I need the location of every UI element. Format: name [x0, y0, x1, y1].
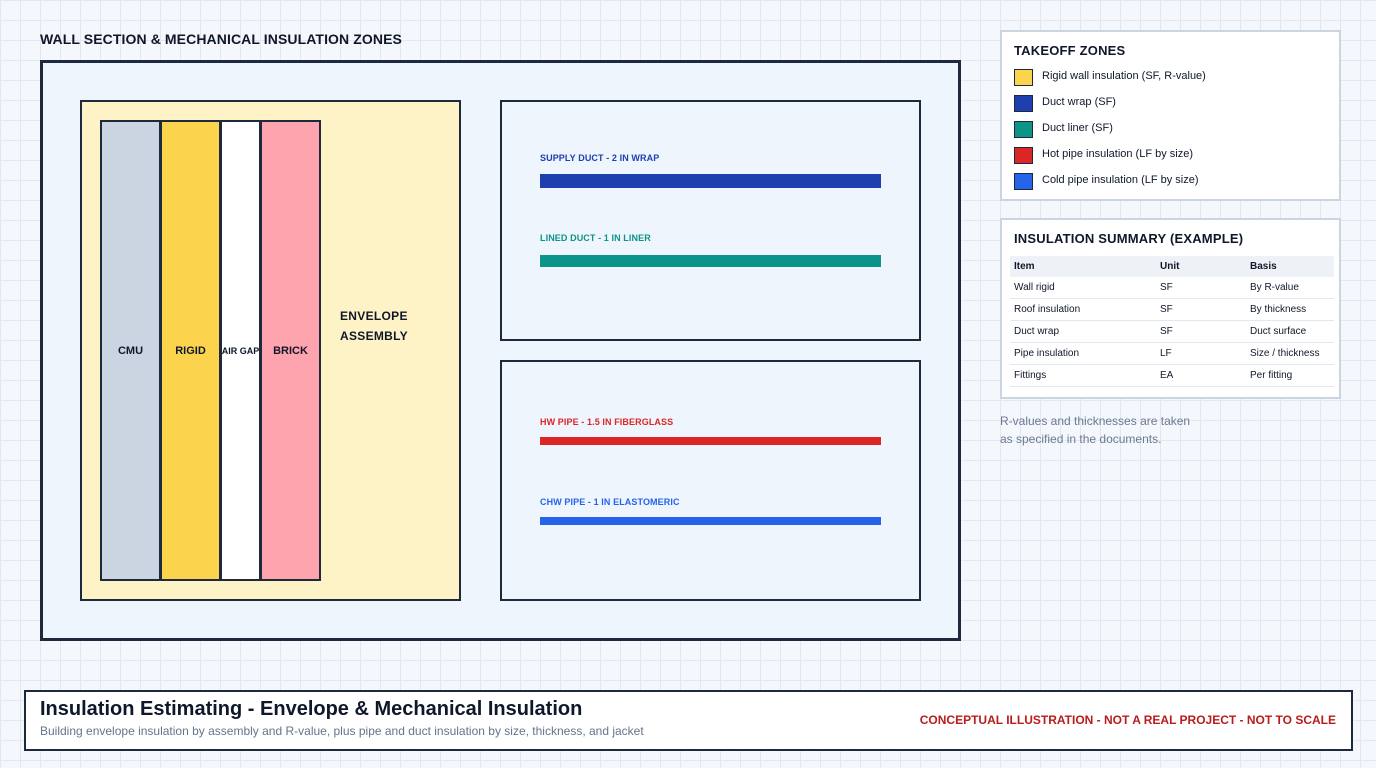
table-cell: Size / thickness	[1246, 342, 1334, 365]
table-cell: Roof insulation	[1010, 298, 1156, 321]
table-cell: SF	[1156, 277, 1246, 299]
table-header-row: Item Unit Basis	[1010, 256, 1334, 277]
legend-item-cold-pipe: Cold pipe insulation (LF by size)	[1042, 174, 1199, 186]
r-value-note: R-values and thicknesses are taken as sp…	[1000, 412, 1240, 448]
table-row: Roof insulation SF By thickness	[1010, 298, 1334, 321]
wall-layer-label: CMU	[117, 344, 144, 357]
chw-pipe-run	[540, 517, 881, 525]
table-row: Fittings EA Per fitting	[1010, 364, 1334, 387]
table-cell: SF	[1156, 298, 1246, 321]
legend-item-rigid: Rigid wall insulation (SF, R-value)	[1042, 70, 1206, 82]
insulation-summary-table: Item Unit Basis Wall rigid SF By R-value…	[1010, 256, 1334, 387]
table-row: Pipe insulation LF Size / thickness	[1010, 342, 1334, 365]
legend-swatch-duct-liner	[1014, 121, 1033, 138]
insulation-summary-title: INSULATION SUMMARY (EXAMPLE)	[1014, 231, 1244, 246]
table-cell: Duct surface	[1246, 320, 1334, 343]
table-row: Duct wrap SF Duct surface	[1010, 320, 1334, 343]
chw-pipe-label: CHW PIPE - 1 IN ELASTOMERIC	[540, 497, 680, 507]
duct-zone-box	[500, 100, 921, 341]
lined-duct-label: LINED DUCT - 1 IN LINER	[540, 233, 651, 243]
legend-item-duct-wrap: Duct wrap (SF)	[1042, 96, 1116, 108]
wall-layer-air-gap: AIR GAP	[220, 120, 261, 581]
page-subtitle: Building envelope insulation by assembly…	[40, 724, 644, 738]
table-cell: SF	[1156, 320, 1246, 343]
wall-layer-cmu: CMU	[100, 120, 161, 581]
hw-pipe-label: HW PIPE - 1.5 IN FIBERGLASS	[540, 417, 674, 427]
wall-layer-label: RIGID	[175, 344, 206, 357]
envelope-assembly-label: ENVELOPE ASSEMBLY	[340, 306, 408, 346]
table-cell: By thickness	[1246, 298, 1334, 321]
legend-swatch-duct-wrap	[1014, 95, 1033, 112]
lined-duct-run	[540, 255, 881, 267]
note-line1: R-values and thicknesses are taken	[1000, 414, 1191, 428]
supply-duct-run	[540, 174, 881, 188]
table-cell: EA	[1156, 364, 1246, 387]
table-cell: By R-value	[1246, 277, 1334, 299]
wall-layer-label: AIR GAP	[221, 345, 260, 356]
page-title: Insulation Estimating - Envelope & Mecha…	[40, 698, 583, 720]
envelope-label-line1: ENVELOPE	[340, 309, 408, 323]
wall-layer-label: BRICK	[273, 344, 308, 357]
table-cell: Duct wrap	[1010, 320, 1156, 343]
disclaimer-flag: CONCEPTUAL ILLUSTRATION - NOT A REAL PRO…	[919, 713, 1336, 727]
column-header-item: Item	[1010, 256, 1156, 277]
legend-swatch-cold-pipe	[1014, 173, 1033, 190]
pipe-zone-box	[500, 360, 921, 601]
column-header-basis: Basis	[1246, 256, 1334, 277]
takeoff-zones-title: TAKEOFF ZONES	[1014, 43, 1126, 58]
wall-layer-rigid: RIGID	[160, 120, 221, 581]
column-header-unit: Unit	[1156, 256, 1246, 277]
hw-pipe-run	[540, 437, 881, 445]
legend-item-hot-pipe: Hot pipe insulation (LF by size)	[1042, 148, 1194, 160]
table-row: Wall rigid SF By R-value	[1010, 277, 1334, 299]
wall-layer-brick: BRICK	[260, 120, 321, 581]
envelope-label-line2: ASSEMBLY	[340, 329, 408, 343]
table-cell: Fittings	[1010, 364, 1156, 387]
table-cell: Pipe insulation	[1010, 342, 1156, 365]
table-cell: Per fitting	[1246, 364, 1334, 387]
note-line2: as specified in the documents.	[1000, 432, 1162, 446]
legend-item-duct-liner: Duct liner (SF)	[1042, 122, 1113, 134]
table-cell: LF	[1156, 342, 1246, 365]
supply-duct-label: SUPPLY DUCT - 2 IN WRAP	[540, 153, 660, 163]
table-cell: Wall rigid	[1010, 277, 1156, 299]
legend-swatch-hot-pipe	[1014, 147, 1033, 164]
legend-swatch-rigid	[1014, 69, 1033, 86]
diagram-title: WALL SECTION & MECHANICAL INSULATION ZON…	[40, 31, 402, 47]
